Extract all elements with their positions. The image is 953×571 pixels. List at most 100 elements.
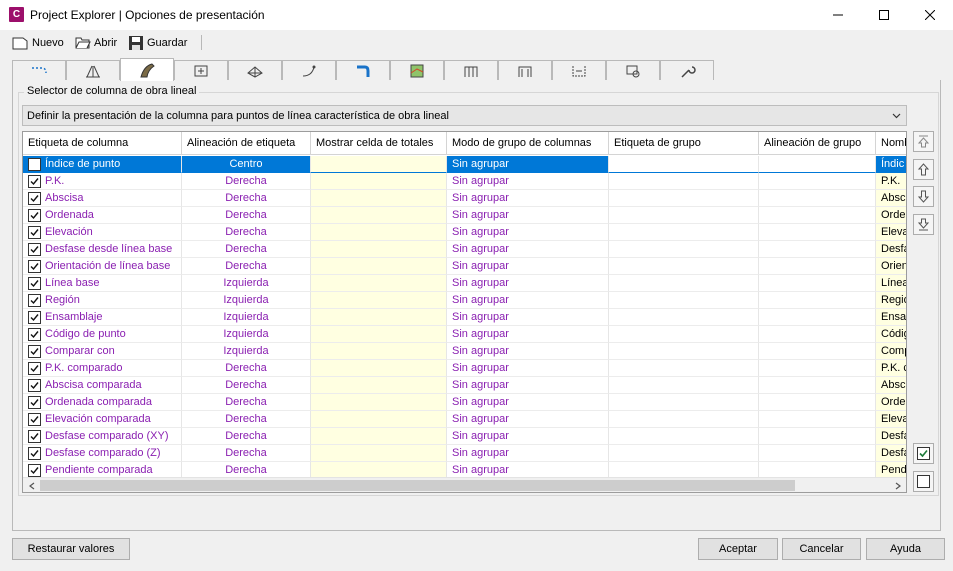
cell-show-totals[interactable]: [311, 445, 447, 462]
cell-label-alignment[interactable]: Derecha: [182, 207, 311, 224]
cell-column-label[interactable]: Desfase comparado (XY): [23, 428, 182, 445]
header-show-totals[interactable]: Mostrar celda de totales: [311, 132, 447, 155]
horizontal-scrollbar[interactable]: [23, 477, 906, 492]
cell-group-label[interactable]: [609, 394, 759, 411]
restore-defaults-button[interactable]: Restaurar valores: [12, 538, 130, 560]
move-down-button[interactable]: [913, 186, 934, 207]
cell-show-totals[interactable]: [311, 394, 447, 411]
cell-label-alignment[interactable]: Izquierda: [182, 292, 311, 309]
cell-show-totals[interactable]: [311, 207, 447, 224]
cell-show-totals[interactable]: [311, 428, 447, 445]
header-label-alignment[interactable]: Alineación de etiqueta: [182, 132, 311, 155]
cell-show-totals[interactable]: [311, 173, 447, 190]
cell-label-alignment[interactable]: Centro: [182, 156, 311, 173]
cell-group-label[interactable]: [609, 377, 759, 394]
cell-show-totals[interactable]: [311, 258, 447, 275]
cell-label-alignment[interactable]: Derecha: [182, 258, 311, 275]
cell-show-totals[interactable]: [311, 190, 447, 207]
cell-label-alignment[interactable]: Derecha: [182, 241, 311, 258]
table-row[interactable]: Desfase desde línea base Derecha Sin agrup…: [23, 241, 906, 258]
cell-group-label[interactable]: [609, 326, 759, 343]
table-row[interactable]: Ensamblaje Izquierda Sin agrupar Ensan: [23, 309, 906, 326]
table-row[interactable]: Ordenada comparada Derecha Sin agrupar Orde: [23, 394, 906, 411]
cell-group-mode[interactable]: Sin agrupar: [447, 224, 609, 241]
cell-show-totals[interactable]: [311, 411, 447, 428]
cell-show-totals[interactable]: [311, 275, 447, 292]
save-button[interactable]: Guardar: [128, 34, 187, 51]
cell-name[interactable]: Orde: [876, 207, 906, 224]
cell-group-label[interactable]: [609, 428, 759, 445]
cell-group-label[interactable]: [609, 207, 759, 224]
cell-group-mode[interactable]: Sin agrupar: [447, 326, 609, 343]
help-button[interactable]: Ayuda: [866, 538, 945, 560]
table-row[interactable]: Índice de punto Centro Sin agrupar Índic: [23, 156, 906, 173]
row-checkbox[interactable]: [28, 379, 41, 392]
cell-show-totals[interactable]: [311, 224, 447, 241]
cell-label-alignment[interactable]: Derecha: [182, 411, 311, 428]
cell-group-alignment[interactable]: [759, 224, 876, 241]
tab-pipe[interactable]: [336, 60, 390, 80]
cell-name[interactable]: P.K.: [876, 173, 906, 190]
table-row[interactable]: P.K. comparado Derecha Sin agrupar P.K. c: [23, 360, 906, 377]
cell-column-label[interactable]: Comparar con: [23, 343, 182, 360]
cell-name[interactable]: P.K. c: [876, 360, 906, 377]
cell-group-alignment[interactable]: [759, 156, 876, 173]
cell-group-mode[interactable]: Sin agrupar: [447, 173, 609, 190]
cell-group-mode[interactable]: Sin agrupar: [447, 258, 609, 275]
cell-group-label[interactable]: [609, 411, 759, 428]
header-group-label[interactable]: Etiqueta de grupo: [609, 132, 759, 155]
cell-group-mode[interactable]: Sin agrupar: [447, 411, 609, 428]
cell-show-totals[interactable]: [311, 292, 447, 309]
table-row[interactable]: Elevación Derecha Sin agrupar Eleva: [23, 224, 906, 241]
cell-show-totals[interactable]: [311, 326, 447, 343]
cell-group-alignment[interactable]: [759, 275, 876, 292]
cell-group-label[interactable]: [609, 258, 759, 275]
tab-structure-2[interactable]: [498, 60, 552, 80]
row-checkbox[interactable]: [28, 430, 41, 443]
header-name[interactable]: Nomb: [876, 132, 906, 155]
table-row[interactable]: Elevación comparada Derecha Sin agrupar Ele…: [23, 411, 906, 428]
cell-column-label[interactable]: Código de punto: [23, 326, 182, 343]
cell-name[interactable]: Eleva: [876, 411, 906, 428]
cell-group-alignment[interactable]: [759, 377, 876, 394]
tab-feature-line[interactable]: [282, 60, 336, 80]
row-checkbox[interactable]: [28, 447, 41, 460]
minimize-button[interactable]: [815, 0, 861, 30]
tab-surface[interactable]: [228, 60, 282, 80]
accept-button[interactable]: Aceptar: [698, 538, 778, 560]
cell-column-label[interactable]: Línea base: [23, 275, 182, 292]
cell-group-alignment[interactable]: [759, 326, 876, 343]
cell-group-alignment[interactable]: [759, 190, 876, 207]
table-row[interactable]: Región Izquierda Sin agrupar Regió: [23, 292, 906, 309]
cell-group-mode[interactable]: Sin agrupar: [447, 190, 609, 207]
move-to-bottom-button[interactable]: [913, 214, 934, 235]
cell-group-mode[interactable]: Sin agrupar: [447, 360, 609, 377]
row-checkbox[interactable]: [28, 260, 41, 273]
cell-group-alignment[interactable]: [759, 445, 876, 462]
cell-name[interactable]: Regió: [876, 292, 906, 309]
table-row[interactable]: Comparar con Izquierda Sin agrupar Comp: [23, 343, 906, 360]
cell-group-mode[interactable]: Sin agrupar: [447, 394, 609, 411]
cell-name[interactable]: Desfa: [876, 445, 906, 462]
row-checkbox[interactable]: [28, 277, 41, 290]
tab-alignment[interactable]: [12, 60, 66, 80]
cell-column-label[interactable]: Abscisa: [23, 190, 182, 207]
cell-group-label[interactable]: [609, 275, 759, 292]
cell-show-totals[interactable]: [311, 309, 447, 326]
row-checkbox[interactable]: [28, 396, 41, 409]
row-checkbox[interactable]: [28, 294, 41, 307]
uncheck-all-button[interactable]: [913, 471, 934, 492]
cell-group-mode[interactable]: Sin agrupar: [447, 156, 609, 173]
row-checkbox[interactable]: [28, 311, 41, 324]
cell-column-label[interactable]: Ensamblaje: [23, 309, 182, 326]
tab-parcel[interactable]: [390, 60, 444, 80]
table-row[interactable]: Ordenada Derecha Sin agrupar Orde: [23, 207, 906, 224]
cell-group-label[interactable]: [609, 190, 759, 207]
maximize-button[interactable]: [861, 0, 907, 30]
cell-group-alignment[interactable]: [759, 292, 876, 309]
row-checkbox[interactable]: [28, 345, 41, 358]
tab-settings[interactable]: [660, 60, 714, 80]
cell-label-alignment[interactable]: Derecha: [182, 173, 311, 190]
cell-group-alignment[interactable]: [759, 394, 876, 411]
cell-show-totals[interactable]: [311, 156, 447, 173]
